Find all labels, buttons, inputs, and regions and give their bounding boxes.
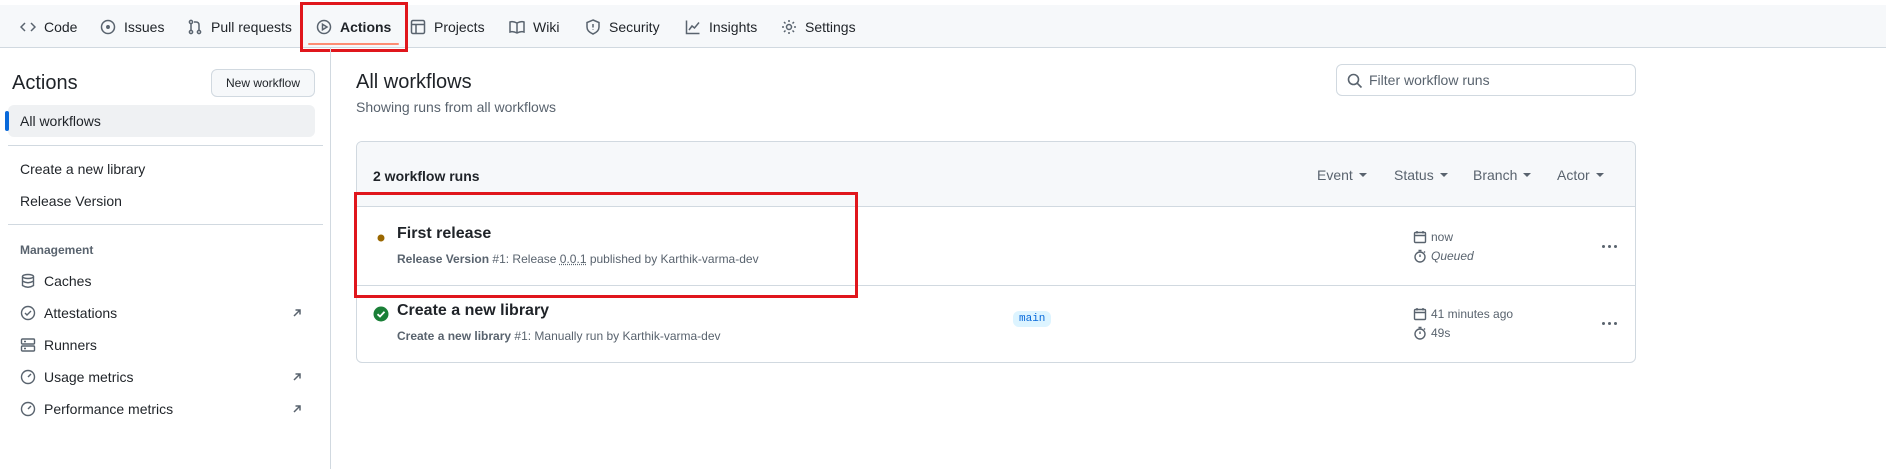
sidebar-divider <box>8 145 323 146</box>
sidebar-item-create-a-new-library[interactable]: Create a new library <box>8 153 315 185</box>
sidebar-item-performance-metrics[interactable]: Performance metrics <box>8 393 315 425</box>
table-icon <box>410 19 426 34</box>
tab-wiki[interactable]: Wiki <box>509 5 559 48</box>
sidebar-item-usage-metrics[interactable]: Usage metrics <box>8 361 315 393</box>
table-row[interactable]: Create a new library Create a new librar… <box>357 286 1635 362</box>
filter-workflow-runs[interactable] <box>1336 64 1636 96</box>
branch-filter-dropdown[interactable]: Branch <box>1473 167 1532 183</box>
stopwatch-icon <box>1414 249 1426 263</box>
run-title[interactable]: First release <box>397 225 491 243</box>
meter-icon <box>20 369 36 385</box>
sidebar-item-runners[interactable]: Runners <box>8 329 315 361</box>
tab-settings[interactable]: Settings <box>781 5 856 48</box>
pull-request-icon <box>188 19 202 34</box>
search-icon <box>1347 73 1363 89</box>
graph-icon <box>685 20 700 34</box>
tab-actions[interactable]: Actions <box>308 5 400 48</box>
check-circle-icon <box>373 306 389 322</box>
queued-status-icon <box>377 234 385 242</box>
release-link[interactable]: 0.0.1 <box>560 252 587 266</box>
filter-input[interactable] <box>1369 72 1619 88</box>
run-options-kebab-icon[interactable] <box>1597 311 1621 335</box>
external-link-icon <box>291 370 303 382</box>
issue-icon <box>100 19 116 34</box>
run-duration: Queued <box>1413 249 1474 263</box>
new-workflow-button[interactable]: New workflow <box>211 69 315 97</box>
caret-down-icon <box>1595 173 1604 177</box>
tab-pull-requests[interactable]: Pull requests <box>187 5 292 48</box>
run-options-kebab-icon[interactable] <box>1597 234 1621 258</box>
branch-label[interactable]: main <box>1013 311 1052 327</box>
sidebar-item-release-version[interactable]: Release Version <box>8 185 315 217</box>
database-icon <box>20 273 36 289</box>
run-meta: Release Version #1: Release 0.0.1 publis… <box>397 252 759 266</box>
run-title[interactable]: Create a new library <box>397 302 549 320</box>
tab-security[interactable]: Security <box>585 5 660 48</box>
run-duration: 49s <box>1413 326 1450 340</box>
runs-count: 2 workflow runs <box>373 168 480 184</box>
calendar-icon <box>1413 308 1427 321</box>
shield-icon <box>586 18 600 35</box>
server-icon <box>20 337 36 353</box>
tab-projects[interactable]: Projects <box>410 5 485 48</box>
caret-down-icon <box>1439 173 1448 177</box>
management-heading: Management <box>20 243 94 257</box>
meter-icon <box>20 401 36 417</box>
table-row[interactable]: First release Release Version #1: Releas… <box>357 207 1635 285</box>
play-icon <box>316 19 332 34</box>
workflow-runs-box: 2 workflow runs Event Status Branch Acto… <box>356 141 1636 363</box>
tab-code[interactable]: Code <box>20 5 77 48</box>
tab-insights[interactable]: Insights <box>685 5 757 48</box>
sidebar-item-attestations[interactable]: Attestations <box>8 297 315 329</box>
tab-issues[interactable]: Issues <box>100 5 164 48</box>
event-filter-dropdown[interactable]: Event <box>1317 167 1367 183</box>
verified-icon <box>20 305 36 321</box>
sidebar-divider <box>8 224 323 225</box>
sidebar-item-all-workflows[interactable]: All workflows <box>5 105 315 137</box>
calendar-icon <box>1413 231 1427 244</box>
code-icon <box>20 21 36 32</box>
sidebar: Actions New workflow All workflows Creat… <box>0 48 331 469</box>
page-title: All workflows <box>356 71 472 93</box>
run-timestamp: now <box>1413 230 1453 244</box>
book-icon <box>509 20 525 34</box>
stopwatch-icon <box>1414 326 1426 340</box>
active-tab-underline <box>308 43 400 45</box>
sidebar-title: Actions <box>12 72 78 94</box>
sidebar-item-caches[interactable]: Caches <box>8 265 315 297</box>
page-subtitle: Showing runs from all workflows <box>356 99 556 115</box>
repo-nav: Code Issues Pull requests Actions Projec… <box>0 5 1886 48</box>
actor-filter-dropdown[interactable]: Actor <box>1557 167 1604 183</box>
external-link-icon <box>291 402 303 414</box>
run-meta: Create a new library #1: Manually run by… <box>397 329 721 343</box>
external-link-icon <box>291 306 303 318</box>
caret-down-icon <box>1523 173 1532 177</box>
caret-down-icon <box>1358 173 1367 177</box>
status-filter-dropdown[interactable]: Status <box>1394 167 1448 183</box>
workflow-runs-header: 2 workflow runs Event Status Branch Acto… <box>357 142 1635 207</box>
gear-icon <box>782 19 796 34</box>
run-timestamp: 41 minutes ago <box>1413 307 1513 321</box>
